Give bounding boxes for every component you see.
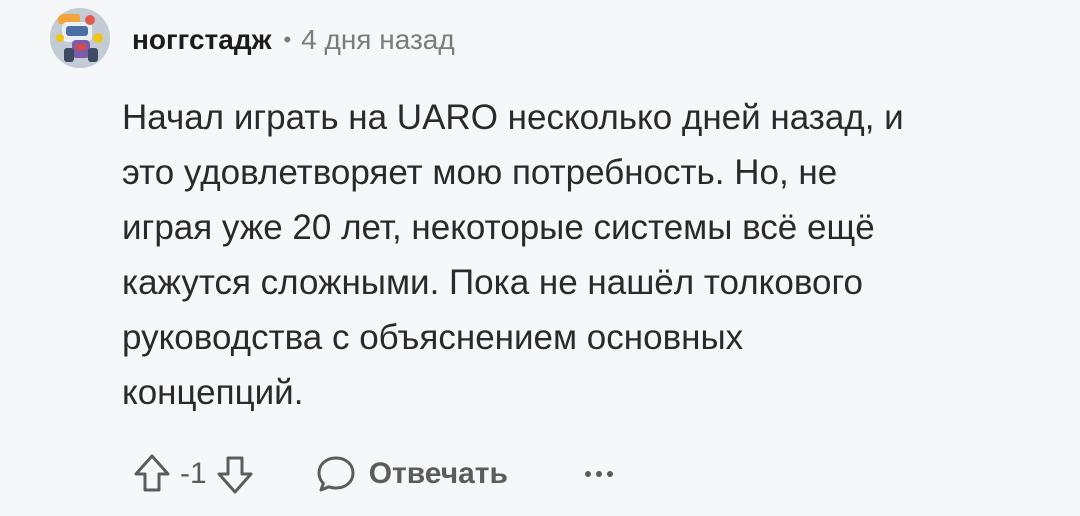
arrow-up-outline-icon (134, 454, 170, 492)
comment: ноггстадж • 4 дня назад Начал играть на … (0, 0, 1080, 516)
comment-meta: ноггстадж • 4 дня назад (132, 20, 455, 60)
avatar-image (50, 8, 110, 68)
timestamp: 4 дня назад (301, 24, 455, 55)
downvote-button[interactable] (215, 452, 255, 496)
reply-label: Отвечать (368, 457, 508, 490)
upvote-button[interactable] (132, 452, 172, 496)
comment-body: Начал играть на UARO несколько дней наза… (122, 98, 904, 412)
chat-bubble-icon (317, 456, 355, 492)
more-options-button[interactable] (582, 468, 616, 480)
more-horizontal-icon (584, 471, 613, 477)
reply-button[interactable]: Отвечать (315, 453, 508, 495)
vote-score: -1 (180, 457, 207, 490)
user-avatar[interactable] (50, 8, 110, 68)
meta-separator: • (283, 27, 292, 52)
arrow-down-outline-icon (217, 456, 253, 494)
comment-actions: -1 Отвечать (132, 446, 616, 502)
username[interactable]: ноггстадж (132, 20, 271, 60)
